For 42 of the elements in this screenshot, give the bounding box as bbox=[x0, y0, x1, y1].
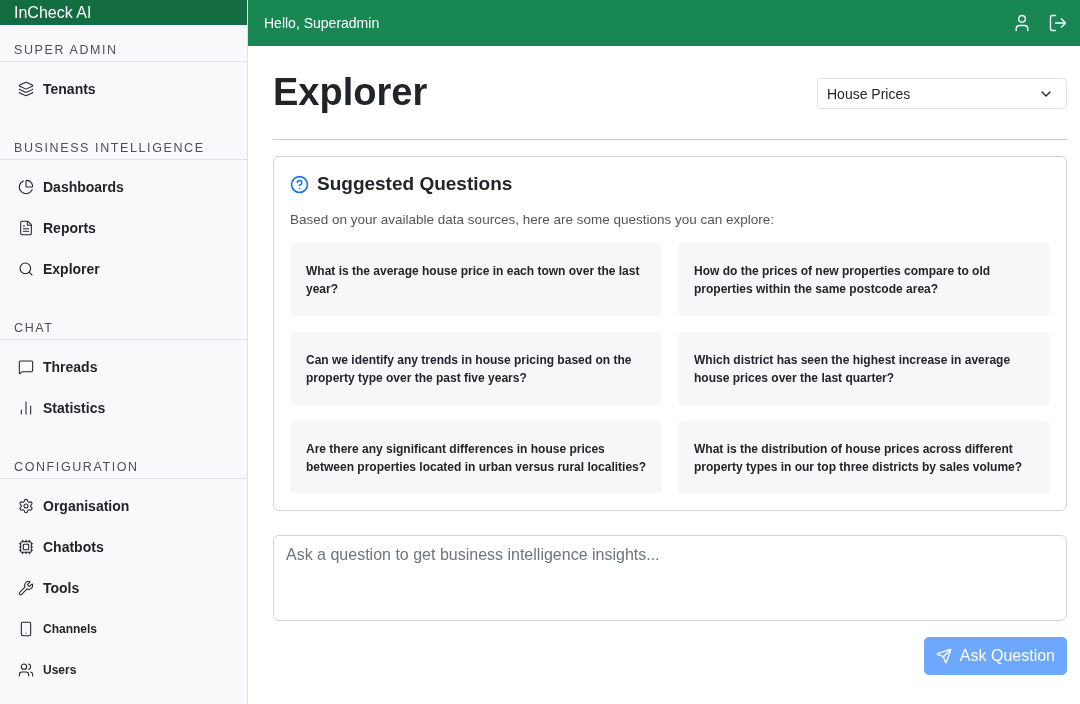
page-title: Explorer bbox=[273, 71, 428, 114]
suggested-question[interactable]: Are there any significant differences in house prices between properties located in urban versus rural localities? bbox=[290, 421, 662, 494]
greeting: Hello, Superadmin bbox=[264, 15, 381, 31]
suggested-question[interactable]: How do the prices of new properties compare to old properties within the same postcode area? bbox=[678, 243, 1050, 316]
search-icon bbox=[18, 260, 34, 277]
suggested-question[interactable]: Can we identify any trends in house pricing based on the property type over the past five years? bbox=[290, 332, 662, 405]
sidebar-item[interactable]: Explorer bbox=[0, 248, 247, 289]
settings-icon bbox=[18, 497, 34, 514]
chat-bubble-icon bbox=[18, 358, 34, 375]
sidebar-item[interactable]: Tenants bbox=[0, 68, 247, 109]
wrench-icon bbox=[18, 579, 34, 596]
sidebar-item[interactable]: Users bbox=[0, 649, 247, 690]
section-heading: CONFIGURATION bbox=[0, 442, 247, 479]
sidebar-item[interactable]: Organisation bbox=[0, 485, 247, 526]
section-heading: SUPER ADMIN bbox=[0, 25, 247, 62]
sidebar-item[interactable]: Reports bbox=[0, 207, 247, 248]
bar-chart-icon bbox=[18, 399, 34, 416]
users-icon bbox=[18, 661, 34, 678]
logout-icon[interactable] bbox=[1048, 13, 1068, 33]
sidebar-item[interactable]: Chatbots bbox=[0, 526, 247, 567]
section-heading: BUSINESS INTELLIGENCE bbox=[0, 123, 247, 160]
brand-title: InCheck AI bbox=[0, 0, 247, 25]
section-heading: CHAT bbox=[0, 303, 247, 340]
phone-icon bbox=[18, 620, 34, 637]
chip-icon bbox=[18, 538, 34, 555]
pie-chart-icon bbox=[18, 178, 34, 195]
sidebar-item[interactable]: Statistics bbox=[0, 387, 247, 428]
intro-text: Based on your available data sources, here are some questions you can explore: bbox=[290, 212, 776, 227]
sidebar-item[interactable]: Threads bbox=[0, 346, 247, 387]
help-icon bbox=[290, 174, 309, 194]
sidebar-item[interactable]: Tools bbox=[0, 567, 247, 608]
send-icon bbox=[935, 648, 952, 664]
suggested-question[interactable]: Which district has seen the highest increase in average house prices over the last quarter? bbox=[678, 332, 1050, 405]
document-icon bbox=[18, 219, 34, 236]
question-input[interactable]: Ask a question to get business intelligence insights... bbox=[273, 535, 1067, 621]
sidebar-item[interactable]: Channels bbox=[0, 608, 247, 649]
suggested-question[interactable]: What is the distribution of house prices across different property types in our top three districts by sales volume? bbox=[678, 421, 1050, 494]
data-source-select[interactable]: House Prices bbox=[817, 78, 1067, 109]
sidebar-item[interactable]: Dashboards bbox=[0, 166, 247, 207]
card-title: Suggested Questions bbox=[317, 173, 513, 195]
layers-icon bbox=[18, 80, 34, 97]
suggested-question[interactable]: What is the average house price in each town over the last year? bbox=[290, 243, 662, 316]
